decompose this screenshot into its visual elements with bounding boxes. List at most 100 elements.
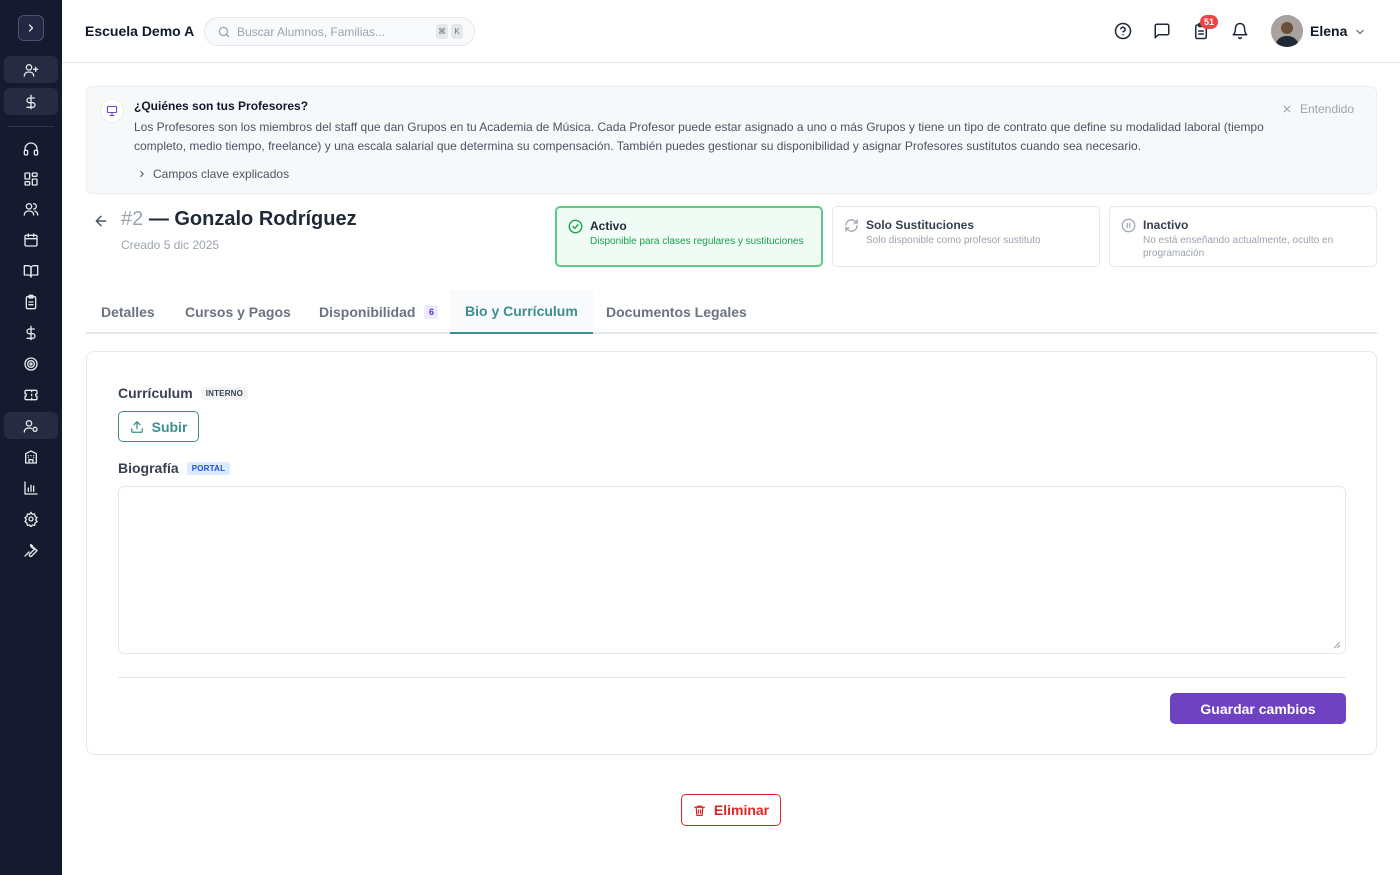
status-title: Activo <box>590 219 627 233</box>
search-input[interactable] <box>237 23 427 41</box>
sidebar-item-add-student[interactable] <box>4 56 58 83</box>
check-circle-icon <box>568 219 583 234</box>
status-option-substitutes[interactable]: Solo Sustituciones Solo disponible como … <box>832 206 1100 267</box>
sidebar-item-reports[interactable] <box>4 474 58 501</box>
sidebar-item-dashboard[interactable] <box>4 165 58 192</box>
tab-courses-payments[interactable]: Cursos y Pagos <box>170 290 306 334</box>
tab-label: Documentos Legales <box>606 304 747 320</box>
sidebar-item-courses[interactable] <box>4 257 58 284</box>
status-description: Disponible para clases regulares y susti… <box>590 236 804 247</box>
key-fields-toggle[interactable]: Campos clave explicados <box>137 167 289 181</box>
status-title: Solo Sustituciones <box>866 218 975 232</box>
status-title: Inactivo <box>1143 218 1189 232</box>
upload-label: Subir <box>151 418 188 435</box>
user-name[interactable]: Elena <box>1310 23 1347 39</box>
headset-icon <box>23 141 39 156</box>
user-avatar-icon <box>1271 15 1303 47</box>
help-button[interactable] <box>1113 21 1133 41</box>
sidebar-item-students[interactable] <box>4 195 58 222</box>
sidebar-item-school[interactable] <box>4 443 58 470</box>
sidebar-expand-button[interactable] <box>18 15 44 41</box>
tab-availability[interactable]: Disponibilidad 6 <box>304 290 453 334</box>
tab-legal-documents[interactable]: Documentos Legales <box>591 290 762 334</box>
sidebar-item-tools[interactable] <box>4 536 58 563</box>
sidebar-item-goals[interactable] <box>4 350 58 377</box>
chevron-right-icon <box>140 170 144 178</box>
top-header: Escuela Demo A ⌘ K 51 Elena <box>62 0 1400 63</box>
tab-label: Detalles <box>101 304 155 320</box>
cv-section-label: Currículum INTERNO <box>118 385 249 401</box>
tab-bar: Detalles Cursos y Pagos Disponibilidad 6 … <box>86 290 1377 334</box>
message-square-icon <box>1154 23 1170 39</box>
sidebar-item-attendance[interactable] <box>4 288 58 315</box>
status-option-active[interactable]: Activo Disponible para clases regulares … <box>555 206 823 267</box>
global-search[interactable]: ⌘ K <box>204 17 475 46</box>
key-fields-label: Campos clave explicados <box>153 167 290 181</box>
help-circle-icon <box>1114 22 1132 40</box>
bio-cv-card: Currículum INTERNO Subir Biografía PORTAL … <box>86 351 1377 755</box>
teacher-number: #2 <box>121 208 144 230</box>
sidebar-item-events[interactable] <box>4 381 58 408</box>
info-banner: ¿Quiénes son tus Profesores? Los Profeso… <box>86 86 1377 194</box>
trash-icon <box>693 805 705 816</box>
clipboard-icon <box>25 294 37 309</box>
wrench-icon <box>24 543 38 557</box>
shortcut-key-cmd: ⌘ <box>436 24 448 39</box>
search-icon <box>218 26 230 38</box>
sidebar-item-payments-quick[interactable] <box>4 88 58 115</box>
resize-handle-icon[interactable] <box>1333 641 1341 649</box>
bio-label: Biografía <box>118 460 179 476</box>
close-icon <box>1283 105 1291 113</box>
sidebar <box>0 0 62 875</box>
bell-icon <box>1232 22 1248 40</box>
cv-label: Currículum <box>118 385 193 401</box>
sidebar-item-settings[interactable] <box>4 505 58 532</box>
availability-count-badge: 6 <box>424 305 439 319</box>
page-title: #2 — Gonzalo Rodríguez <box>121 208 357 231</box>
gear-icon <box>24 511 38 527</box>
dismiss-banner-button[interactable]: Entendido <box>1282 102 1354 116</box>
upload-cv-button[interactable]: Subir <box>118 411 199 442</box>
tab-details[interactable]: Detalles <box>86 290 170 334</box>
status-option-inactive[interactable]: Inactivo No está enseñando actualmente, … <box>1109 206 1377 267</box>
tab-label: Disponibilidad <box>319 304 416 320</box>
sidebar-item-teachers[interactable] <box>4 412 58 439</box>
chevron-down-icon[interactable] <box>1354 26 1366 38</box>
pause-circle-icon <box>1121 218 1136 233</box>
save-changes-button[interactable]: Guardar cambios <box>1170 693 1346 724</box>
tab-label: Cursos y Pagos <box>185 304 291 320</box>
avatar[interactable] <box>1271 15 1303 47</box>
internal-tag: INTERNO <box>200 387 249 400</box>
created-date: Creado 5 dic 2025 <box>121 238 220 252</box>
banner-title: ¿Quiénes son tus Profesores? <box>134 99 309 113</box>
dollar-icon <box>26 94 36 109</box>
banner-text: Los Profesores son los miembros del staf… <box>134 120 1264 153</box>
sidebar-divider <box>8 126 54 127</box>
notifications-button[interactable] <box>1230 21 1250 41</box>
refresh-icon <box>845 219 858 232</box>
sidebar-item-calendar[interactable] <box>4 226 58 253</box>
delete-teacher-button[interactable]: Eliminar <box>681 794 781 826</box>
status-description: Solo disponible como profesor sustituto <box>866 235 1041 246</box>
messages-button[interactable] <box>1152 21 1172 41</box>
sidebar-item-billing[interactable] <box>4 319 58 346</box>
biography-textarea[interactable] <box>118 486 1346 654</box>
tasks-count-badge: 51 <box>1200 15 1218 29</box>
user-settings-icon <box>23 419 38 433</box>
presentation-icon <box>101 100 123 122</box>
back-arrow-icon[interactable] <box>93 213 109 229</box>
bio-section-label: Biografía PORTAL <box>118 460 231 476</box>
chevron-right-icon <box>28 24 34 32</box>
tab-bio-cv[interactable]: Bio y Currículum <box>450 290 593 334</box>
dollar-icon <box>26 325 36 340</box>
sidebar-item-support[interactable] <box>4 135 58 162</box>
book-open-icon <box>23 264 39 278</box>
delete-label: Eliminar <box>713 802 770 818</box>
shortcut-key-k: K <box>451 24 463 39</box>
status-description: No está enseñando actualmente, oculto en… <box>1143 235 1334 259</box>
bar-chart-icon <box>24 480 38 495</box>
target-icon <box>24 356 38 371</box>
school-name: Escuela Demo A <box>85 23 195 39</box>
dismiss-label: Entendido <box>1299 102 1354 116</box>
building-icon <box>25 449 37 464</box>
